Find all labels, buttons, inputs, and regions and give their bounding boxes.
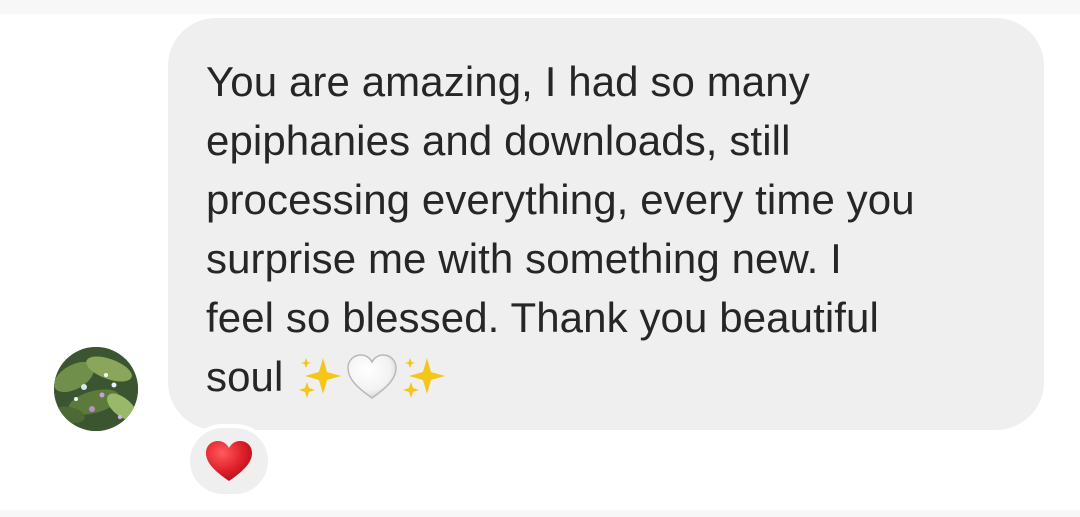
sparkles-icon <box>403 357 446 398</box>
bottom-divider <box>0 510 1080 517</box>
message-body: You are amazing, I had so many epiphanie… <box>206 58 915 400</box>
sender-avatar[interactable] <box>54 347 138 431</box>
message-text: You are amazing, I had so many epiphanie… <box>206 52 1014 406</box>
top-divider <box>0 0 1080 14</box>
red-heart-icon <box>206 441 252 481</box>
chat-screen: You are amazing, I had so many epiphanie… <box>0 0 1080 517</box>
message-bubble[interactable]: You are amazing, I had so many epiphanie… <box>168 18 1044 430</box>
emoji-row <box>297 352 449 402</box>
white-heart-icon <box>347 354 398 399</box>
reaction-badge[interactable] <box>186 424 272 498</box>
sparkles-icon <box>299 357 342 398</box>
